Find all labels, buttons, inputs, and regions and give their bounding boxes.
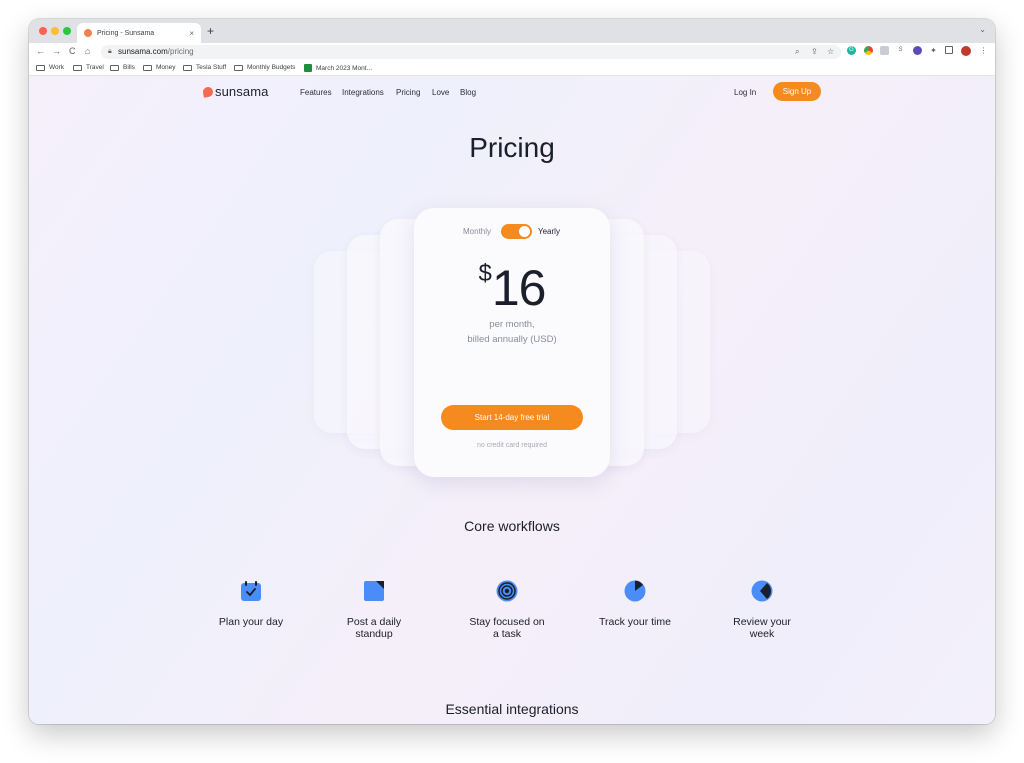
share-icon[interactable]: ⇪ (811, 47, 818, 56)
workflow-label: Post a daily standup (346, 616, 402, 640)
workflow-label: Stay focused on a task (469, 616, 545, 640)
price-amount: 16 (491, 260, 547, 316)
billing-toggle[interactable] (501, 224, 532, 239)
sunsama-logo-icon[interactable] (202, 86, 214, 98)
login-link[interactable]: Log In (734, 88, 756, 97)
bookmark-travel[interactable]: Travel (73, 64, 104, 71)
lock-icon: 🔒︎ (108, 48, 112, 55)
tab-strip: Pricing - Sunsama × + ⌄ (29, 19, 995, 43)
price: $16 (414, 259, 610, 317)
extensions-puzzle-icon[interactable]: ✦ (929, 46, 938, 55)
nav-link-integrations[interactable]: Integrations (342, 88, 384, 97)
back-button[interactable]: ← (36, 46, 45, 56)
nav-link-blog[interactable]: Blog (460, 88, 476, 97)
toggle-knob (519, 226, 530, 237)
toggle-label-yearly[interactable]: Yearly (538, 227, 560, 236)
url-text: sunsama.com/pricing (118, 47, 194, 56)
folder-icon (36, 64, 45, 71)
bookmark-money[interactable]: Money (143, 64, 176, 71)
browser-toolbar: ← → C ⌂ 🔒︎ sunsama.com/pricing ⌕ ⇪ ☆ G S… (29, 43, 995, 61)
tab-search-chevron-icon[interactable]: ⌄ (979, 25, 986, 34)
s-extension-icon[interactable]: S (896, 46, 905, 55)
price-note-billing: billed annually (USD) (467, 334, 557, 345)
folder-icon (183, 64, 192, 71)
sheets-icon (304, 64, 312, 72)
reload-button[interactable]: C (69, 46, 76, 56)
extension-icon[interactable] (880, 46, 889, 55)
color-extension-icon[interactable] (864, 46, 873, 55)
browser-tab-pricing[interactable]: Pricing - Sunsama × (77, 23, 201, 43)
bookmarks-bar: Work Travel Bills Money Tesla Stuff Mont… (29, 61, 995, 76)
close-window-button[interactable] (39, 27, 47, 35)
browser-window: Pricing - Sunsama × + ⌄ ← → C ⌂ 🔒︎ sunsa… (29, 19, 995, 724)
tab-title: Pricing - Sunsama (97, 29, 155, 37)
price-currency: $ (478, 260, 492, 287)
logo-text[interactable]: sunsama (215, 84, 268, 99)
folder-icon (143, 64, 152, 71)
minimize-window-button[interactable] (51, 27, 59, 35)
bookmark-monthly-budgets[interactable]: Monthly Budgets (234, 64, 295, 71)
folder-icon (73, 64, 82, 71)
core-workflows-title: Core workflows (464, 518, 560, 534)
bookmark-work[interactable]: Work (36, 64, 64, 71)
purple-extension-icon[interactable] (913, 46, 922, 55)
browser-menu-icon[interactable]: ⋮ (979, 46, 988, 55)
workflow-label: Review your week (733, 616, 791, 640)
folded-square-icon (364, 581, 384, 601)
half-moon-icon (751, 580, 773, 602)
nav-link-pricing[interactable]: Pricing (396, 88, 420, 97)
no-credit-card-note: no credit card required (476, 442, 548, 449)
bookmark-bills[interactable]: Bills (110, 64, 135, 71)
zoom-search-icon[interactable]: ⌕ (795, 47, 799, 57)
bookmark-march-2023[interactable]: March 2023 Mont... (304, 64, 372, 72)
zoom-window-button[interactable] (63, 27, 71, 35)
grammarly-extension-icon[interactable]: G (847, 46, 856, 55)
target-icon (496, 580, 518, 602)
forward-button[interactable]: → (52, 46, 61, 56)
tab-close-icon[interactable]: × (189, 29, 194, 38)
sunsama-favicon-icon (84, 29, 92, 37)
workflow-label: Track your time (599, 616, 671, 628)
address-bar[interactable]: 🔒︎ sunsama.com/pricing ⌕ ⇪ ☆ (101, 45, 841, 59)
start-trial-button[interactable]: Start 14-day free trial (441, 405, 583, 430)
bookmark-tesla-stuff[interactable]: Tesla Stuff (183, 64, 226, 71)
signup-button[interactable]: Sign Up (773, 82, 821, 101)
new-tab-button[interactable]: + (207, 24, 214, 38)
nav-link-features[interactable]: Features (300, 88, 332, 97)
nav-link-love[interactable]: Love (432, 88, 449, 97)
essential-integrations-title: Essential integrations (445, 701, 579, 717)
folder-icon (110, 64, 119, 71)
page-content: sunsama Features Integrations Pricing Lo… (29, 77, 995, 724)
price-note-period: per month, (489, 319, 535, 330)
page-title: Pricing (469, 132, 555, 163)
home-button[interactable]: ⌂ (85, 46, 90, 56)
folder-icon (234, 64, 243, 71)
workflow-label: Plan your day (218, 616, 284, 628)
pricing-card: Monthly Yearly $16 per month, billed ann… (414, 208, 610, 477)
pie-clock-icon (624, 580, 646, 602)
bookmark-star-icon[interactable]: ☆ (827, 47, 834, 56)
calendar-check-icon (241, 581, 261, 601)
toggle-label-monthly[interactable]: Monthly (463, 227, 491, 236)
side-panel-icon[interactable] (945, 46, 953, 54)
profile-avatar[interactable] (961, 46, 971, 56)
